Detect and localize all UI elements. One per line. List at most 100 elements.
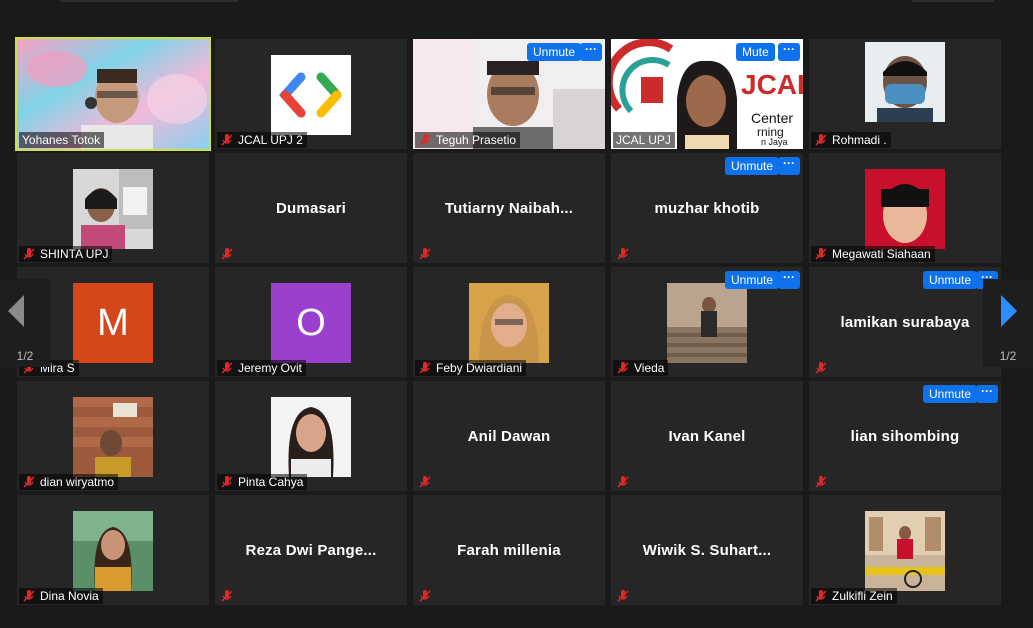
participant-nametag	[613, 474, 634, 490]
more-options-button[interactable]: ···	[778, 157, 800, 175]
participant-tile[interactable]: Pinta Cahya	[215, 381, 407, 491]
more-options-button[interactable]: ···	[580, 43, 602, 61]
mic-muted-icon	[419, 248, 431, 260]
unmute-button[interactable]: Unmute	[923, 385, 978, 403]
participant-tile[interactable]: Yohanes Totok	[15, 37, 211, 151]
participant-nametag: Jeremy Ovit	[217, 360, 307, 376]
next-page-button[interactable]: 1/2	[983, 279, 1033, 367]
participant-tile[interactable]: Reza Dwi Pange...	[215, 495, 407, 605]
participant-tile[interactable]: JCAL Center rning n Jaya Mute ··· JCAL U…	[611, 39, 803, 149]
participant-name: Dina Novia	[40, 589, 99, 603]
unmute-button[interactable]: Unmute	[725, 157, 780, 175]
mic-muted-icon	[23, 476, 35, 488]
participant-display-name: Ivan Kanel	[668, 427, 746, 445]
profile-picture	[865, 511, 945, 591]
participant-name: Vieda	[634, 361, 665, 375]
participant-nametag: Rohmadi .	[811, 132, 891, 148]
unmute-button[interactable]: Unmute	[923, 271, 978, 289]
participant-nametag	[415, 588, 436, 604]
previous-page-button[interactable]: 1/2	[0, 279, 50, 367]
participant-display-name: Tutiarny Naibah...	[444, 199, 574, 217]
participant-nametag: Yohanes Totok	[19, 132, 105, 148]
participant-tile[interactable]: Megawati Siahaan	[809, 153, 1001, 263]
profile-picture	[271, 55, 351, 135]
mic-muted-icon	[815, 248, 827, 260]
mic-muted-icon	[23, 248, 35, 260]
mic-muted-icon	[815, 590, 827, 602]
profile-picture	[865, 42, 945, 122]
participant-tile[interactable]: Farah millenia	[413, 495, 605, 605]
logo-text: n Jaya	[761, 137, 788, 147]
participant-tile[interactable]: Feby Dwiardiani	[413, 267, 605, 377]
participant-nametag: Zulkifli Zein	[811, 588, 897, 604]
mic-muted-icon	[419, 476, 431, 488]
participant-tile[interactable]: Ivan Kanel	[611, 381, 803, 491]
mic-muted-icon	[221, 590, 233, 602]
profile-picture	[865, 169, 945, 249]
mic-muted-icon	[419, 362, 431, 374]
mic-muted-icon	[815, 134, 827, 146]
avatar: O	[271, 283, 351, 363]
participant-tile[interactable]: Tutiarny Naibah...	[413, 153, 605, 263]
participant-tile[interactable]: dian wiryatmo	[17, 381, 209, 491]
participant-nametag	[415, 474, 436, 490]
participant-nametag: Dina Novia	[19, 588, 103, 604]
participant-tile[interactable]: Dumasari	[215, 153, 407, 263]
top-bar-segment	[912, 0, 994, 2]
participant-display-name: Dumasari	[276, 199, 346, 217]
avatar: M	[73, 283, 153, 363]
mic-muted-icon	[221, 248, 233, 260]
mic-muted-icon	[221, 476, 233, 488]
participant-name: Teguh Prasetio	[436, 133, 517, 147]
top-bar-segment	[60, 0, 238, 2]
participant-tile[interactable]: Unmute ··· Vieda	[611, 267, 803, 377]
participant-name: JCAL UPJ	[616, 133, 671, 147]
participant-nametag	[217, 246, 238, 262]
more-options-button[interactable]: ···	[778, 43, 800, 61]
participant-nametag	[613, 246, 634, 262]
mic-muted-icon	[617, 362, 629, 374]
profile-picture	[73, 511, 153, 591]
participant-tile[interactable]: Zulkifli Zein	[809, 495, 1001, 605]
participant-tile[interactable]: Rohmadi .	[809, 39, 1001, 149]
gallery-grid: Yohanes Totok JCAL UPJ 2 Unmute ··· Tegu…	[15, 37, 1007, 609]
participant-name: Jeremy Ovit	[238, 361, 303, 375]
profile-picture	[73, 397, 153, 477]
mute-button[interactable]: Mute	[736, 43, 775, 61]
profile-picture	[73, 169, 153, 249]
participant-tile[interactable]: muzhar khotib Unmute ···	[611, 153, 803, 263]
unmute-button[interactable]: Unmute	[527, 43, 582, 61]
participant-name: Yohanes Totok	[22, 133, 101, 147]
more-options-button[interactable]: ···	[976, 385, 998, 403]
participant-tile[interactable]: JCAL UPJ 2	[215, 39, 407, 149]
participant-display-name: Wiwik S. Suhart...	[642, 541, 772, 559]
participant-tile[interactable]: Anil Dawan	[413, 381, 605, 491]
participant-tile[interactable]: SHINTA UPJ	[17, 153, 209, 263]
mic-muted-icon	[23, 590, 35, 602]
profile-photo	[865, 42, 945, 122]
participant-tile[interactable]: Wiwik S. Suhart...	[611, 495, 803, 605]
mic-muted-icon	[617, 476, 629, 488]
mic-muted-icon	[617, 248, 629, 260]
participant-nametag	[811, 360, 832, 376]
participant-nametag	[415, 246, 436, 262]
participant-name: Rohmadi .	[832, 133, 887, 147]
participant-nametag: JCAL UPJ 2	[217, 132, 307, 148]
participant-tile[interactable]: lamikan surabaya Unmute ···	[809, 267, 1001, 377]
top-bar	[0, 0, 1033, 14]
participant-tile[interactable]: lian sihombing Unmute ···	[809, 381, 1001, 491]
unmute-button[interactable]: Unmute	[725, 271, 780, 289]
more-options-button[interactable]: ···	[778, 271, 800, 289]
mic-muted-icon	[419, 134, 431, 146]
profile-photo	[271, 397, 351, 477]
profile-photo	[865, 511, 945, 591]
mic-muted-icon	[419, 590, 431, 602]
participant-nametag: Teguh Prasetio	[415, 132, 521, 148]
participant-tile[interactable]: Dina Novia	[17, 495, 209, 605]
participant-tile[interactable]: O Jeremy Ovit	[215, 267, 407, 377]
participant-nametag	[217, 588, 238, 604]
logo-text: Center	[751, 110, 794, 126]
participant-nametag: JCAL UPJ	[613, 132, 675, 148]
participant-tile[interactable]: Unmute ··· Teguh Prasetio	[413, 39, 605, 149]
participant-name: JCAL UPJ 2	[238, 133, 303, 147]
